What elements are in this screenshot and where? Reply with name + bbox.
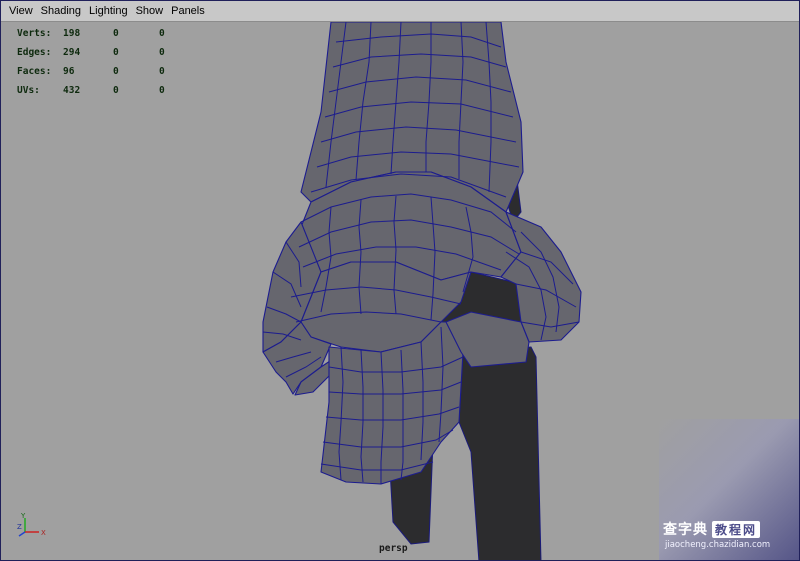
panel-menu-bar: View Shading Lighting Show Panels [1,1,799,22]
hud-label: Faces: [17,66,52,77]
watermark: 查字典 教程网 jiaocheng.chazidian.com [659,419,799,560]
hud-row-uvs: UVs: 432 0 0 [17,81,189,100]
axis-x-label: X [41,529,46,537]
hud-value: 0 [113,66,119,77]
hud-value: 0 [159,66,165,77]
menu-lighting[interactable]: Lighting [85,1,132,21]
poly-count-hud: Verts: 198 0 0 Edges: 294 0 0 Faces: 96 … [17,24,189,100]
hud-value: 198 [63,28,81,39]
maya-viewport-window: View Shading Lighting Show Panels Verts:… [0,0,800,561]
hud-label: Edges: [17,47,52,58]
menu-shading[interactable]: Shading [37,1,85,21]
watermark-title-text: 查字典 [663,522,708,538]
hud-row-faces: Faces: 96 0 0 [17,62,189,81]
hud-value: 96 [63,66,75,77]
watermark-url: jiaocheng.chazidian.com [665,540,771,550]
menu-show[interactable]: Show [132,1,168,21]
hud-row-verts: Verts: 198 0 0 [17,24,189,43]
menu-panels[interactable]: Panels [167,1,209,21]
hud-value: 0 [159,85,165,96]
hud-value: 0 [113,28,119,39]
hud-value: 0 [159,28,165,39]
menu-view[interactable]: View [5,1,37,21]
hud-value: 0 [159,47,165,58]
axis-z-label: Z [17,523,22,531]
hud-value: 0 [113,47,119,58]
hud-value: 432 [63,85,81,96]
hud-label: Verts: [17,28,52,39]
hud-label: UVs: [17,85,40,96]
watermark-badge: 教程网 [712,520,761,538]
watermark-title: 查字典 教程网 [663,519,799,539]
hud-row-edges: Edges: 294 0 0 [17,43,189,62]
axis-gizmo-icon: Y Z X [17,512,46,537]
hud-value: 294 [63,47,81,58]
hud-value: 0 [113,85,119,96]
camera-name-label: persp [379,543,408,554]
axis-y-label: Y [20,512,26,520]
